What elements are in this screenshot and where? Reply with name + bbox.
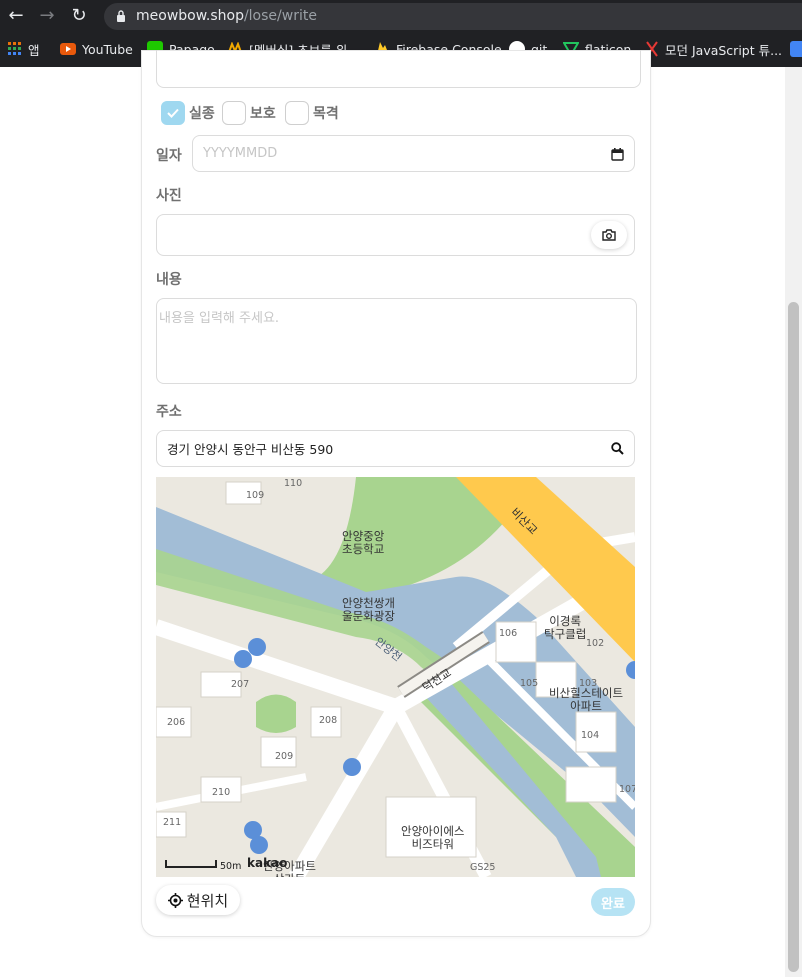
search-icon[interactable] — [609, 440, 625, 456]
type-witness-label: 목격 — [313, 106, 339, 122]
bookmark-javascript[interactable]: 모던 JavaScript 튜... — [645, 39, 782, 59]
camera-icon — [602, 229, 616, 241]
map-label-gs25: GS25 — [470, 862, 496, 873]
map-label-biz: 안양아이에스 비즈타워 — [401, 824, 465, 851]
crosshair-icon — [167, 892, 183, 908]
map-scale-label: 50m — [220, 861, 242, 872]
kakao-logo: kakao — [247, 856, 288, 870]
date-input[interactable] — [192, 135, 635, 172]
calendar-icon[interactable] — [608, 145, 626, 163]
reload-icon[interactable]: ↻ — [68, 5, 90, 27]
type-missing[interactable]: 실종 — [161, 101, 215, 125]
map-label-b106: 106 — [499, 628, 518, 639]
submit-button[interactable]: 완료 — [591, 888, 635, 916]
map-label-b103: 103 — [579, 678, 598, 689]
youtube-icon — [60, 43, 76, 55]
content-textarea[interactable] — [156, 298, 637, 384]
back-icon[interactable]: ← — [5, 5, 27, 27]
browser-toolbar: ← → ↻ meowbow.shop/lose/write — [0, 0, 802, 33]
map-label-b206: 206 — [167, 717, 186, 728]
address-label: 주소 — [156, 404, 182, 420]
map-label-b209: 209 — [275, 751, 294, 762]
type-missing-checkbox[interactable] — [161, 101, 185, 125]
type-witness[interactable]: 목격 — [285, 101, 339, 125]
url-text: meowbow.shop/lose/write — [136, 8, 317, 24]
title-input[interactable] — [156, 50, 641, 88]
map-label-plaza: 안양천쌍개 울문화광장 — [342, 596, 395, 623]
map-label-b110: 110 — [284, 478, 303, 489]
kakao-map[interactable]: 안양중앙 초등학교 안양천쌍개 울문화광장 안양천 비산교 덕천교 이경록 탁구클럽 … — [156, 477, 635, 877]
date-label: 일자 — [156, 148, 182, 164]
camera-button[interactable] — [591, 221, 627, 249]
map-label-apt: 비산힐스테이트 아파트 — [549, 686, 624, 713]
check-icon — [167, 108, 179, 118]
lock-icon — [117, 10, 125, 22]
current-location-button[interactable]: 현위치 — [156, 885, 240, 915]
bookmark-more[interactable] — [790, 39, 802, 59]
photo-label: 사진 — [156, 188, 182, 204]
bookmark-youtube[interactable]: YouTube — [60, 39, 133, 59]
forward-icon[interactable]: → — [36, 5, 58, 27]
map-label-club: 이경록 탁구클럽 — [544, 614, 587, 641]
type-witness-checkbox[interactable] — [285, 101, 309, 125]
address-field[interactable]: 경기 안양시 동안구 비산동 590 — [156, 430, 635, 467]
map-label-b208: 208 — [319, 715, 338, 726]
type-protect[interactable]: 보호 — [222, 101, 276, 125]
bookmark-icon — [790, 41, 802, 57]
map-label-b207: 207 — [231, 679, 250, 690]
type-protect-label: 보호 — [250, 106, 276, 122]
map-label-b211: 211 — [163, 817, 182, 828]
page-scrollbar-thumb[interactable] — [788, 302, 799, 972]
map-label-b210: 210 — [212, 787, 231, 798]
map-label-school: 안양중앙 초등학교 — [342, 529, 385, 556]
photo-field[interactable] — [156, 214, 635, 256]
bookmark-apps[interactable]: 앱 — [8, 39, 40, 59]
map-canvas — [156, 477, 635, 877]
content-label: 내용 — [156, 272, 182, 288]
current-location-label: 현위치 — [186, 891, 229, 910]
map-label-b104: 104 — [581, 730, 600, 741]
type-missing-label: 실종 — [189, 106, 215, 122]
apps-grid-icon — [8, 42, 21, 55]
address-value: 경기 안양시 동안구 비산동 590 — [167, 442, 334, 457]
map-label-b105: 105 — [520, 678, 539, 689]
map-label-b102: 102 — [586, 638, 605, 649]
map-label-b107: 107 — [619, 784, 635, 795]
address-bar[interactable]: meowbow.shop/lose/write — [104, 3, 802, 30]
map-label-b109: 109 — [246, 490, 265, 501]
type-protect-checkbox[interactable] — [222, 101, 246, 125]
